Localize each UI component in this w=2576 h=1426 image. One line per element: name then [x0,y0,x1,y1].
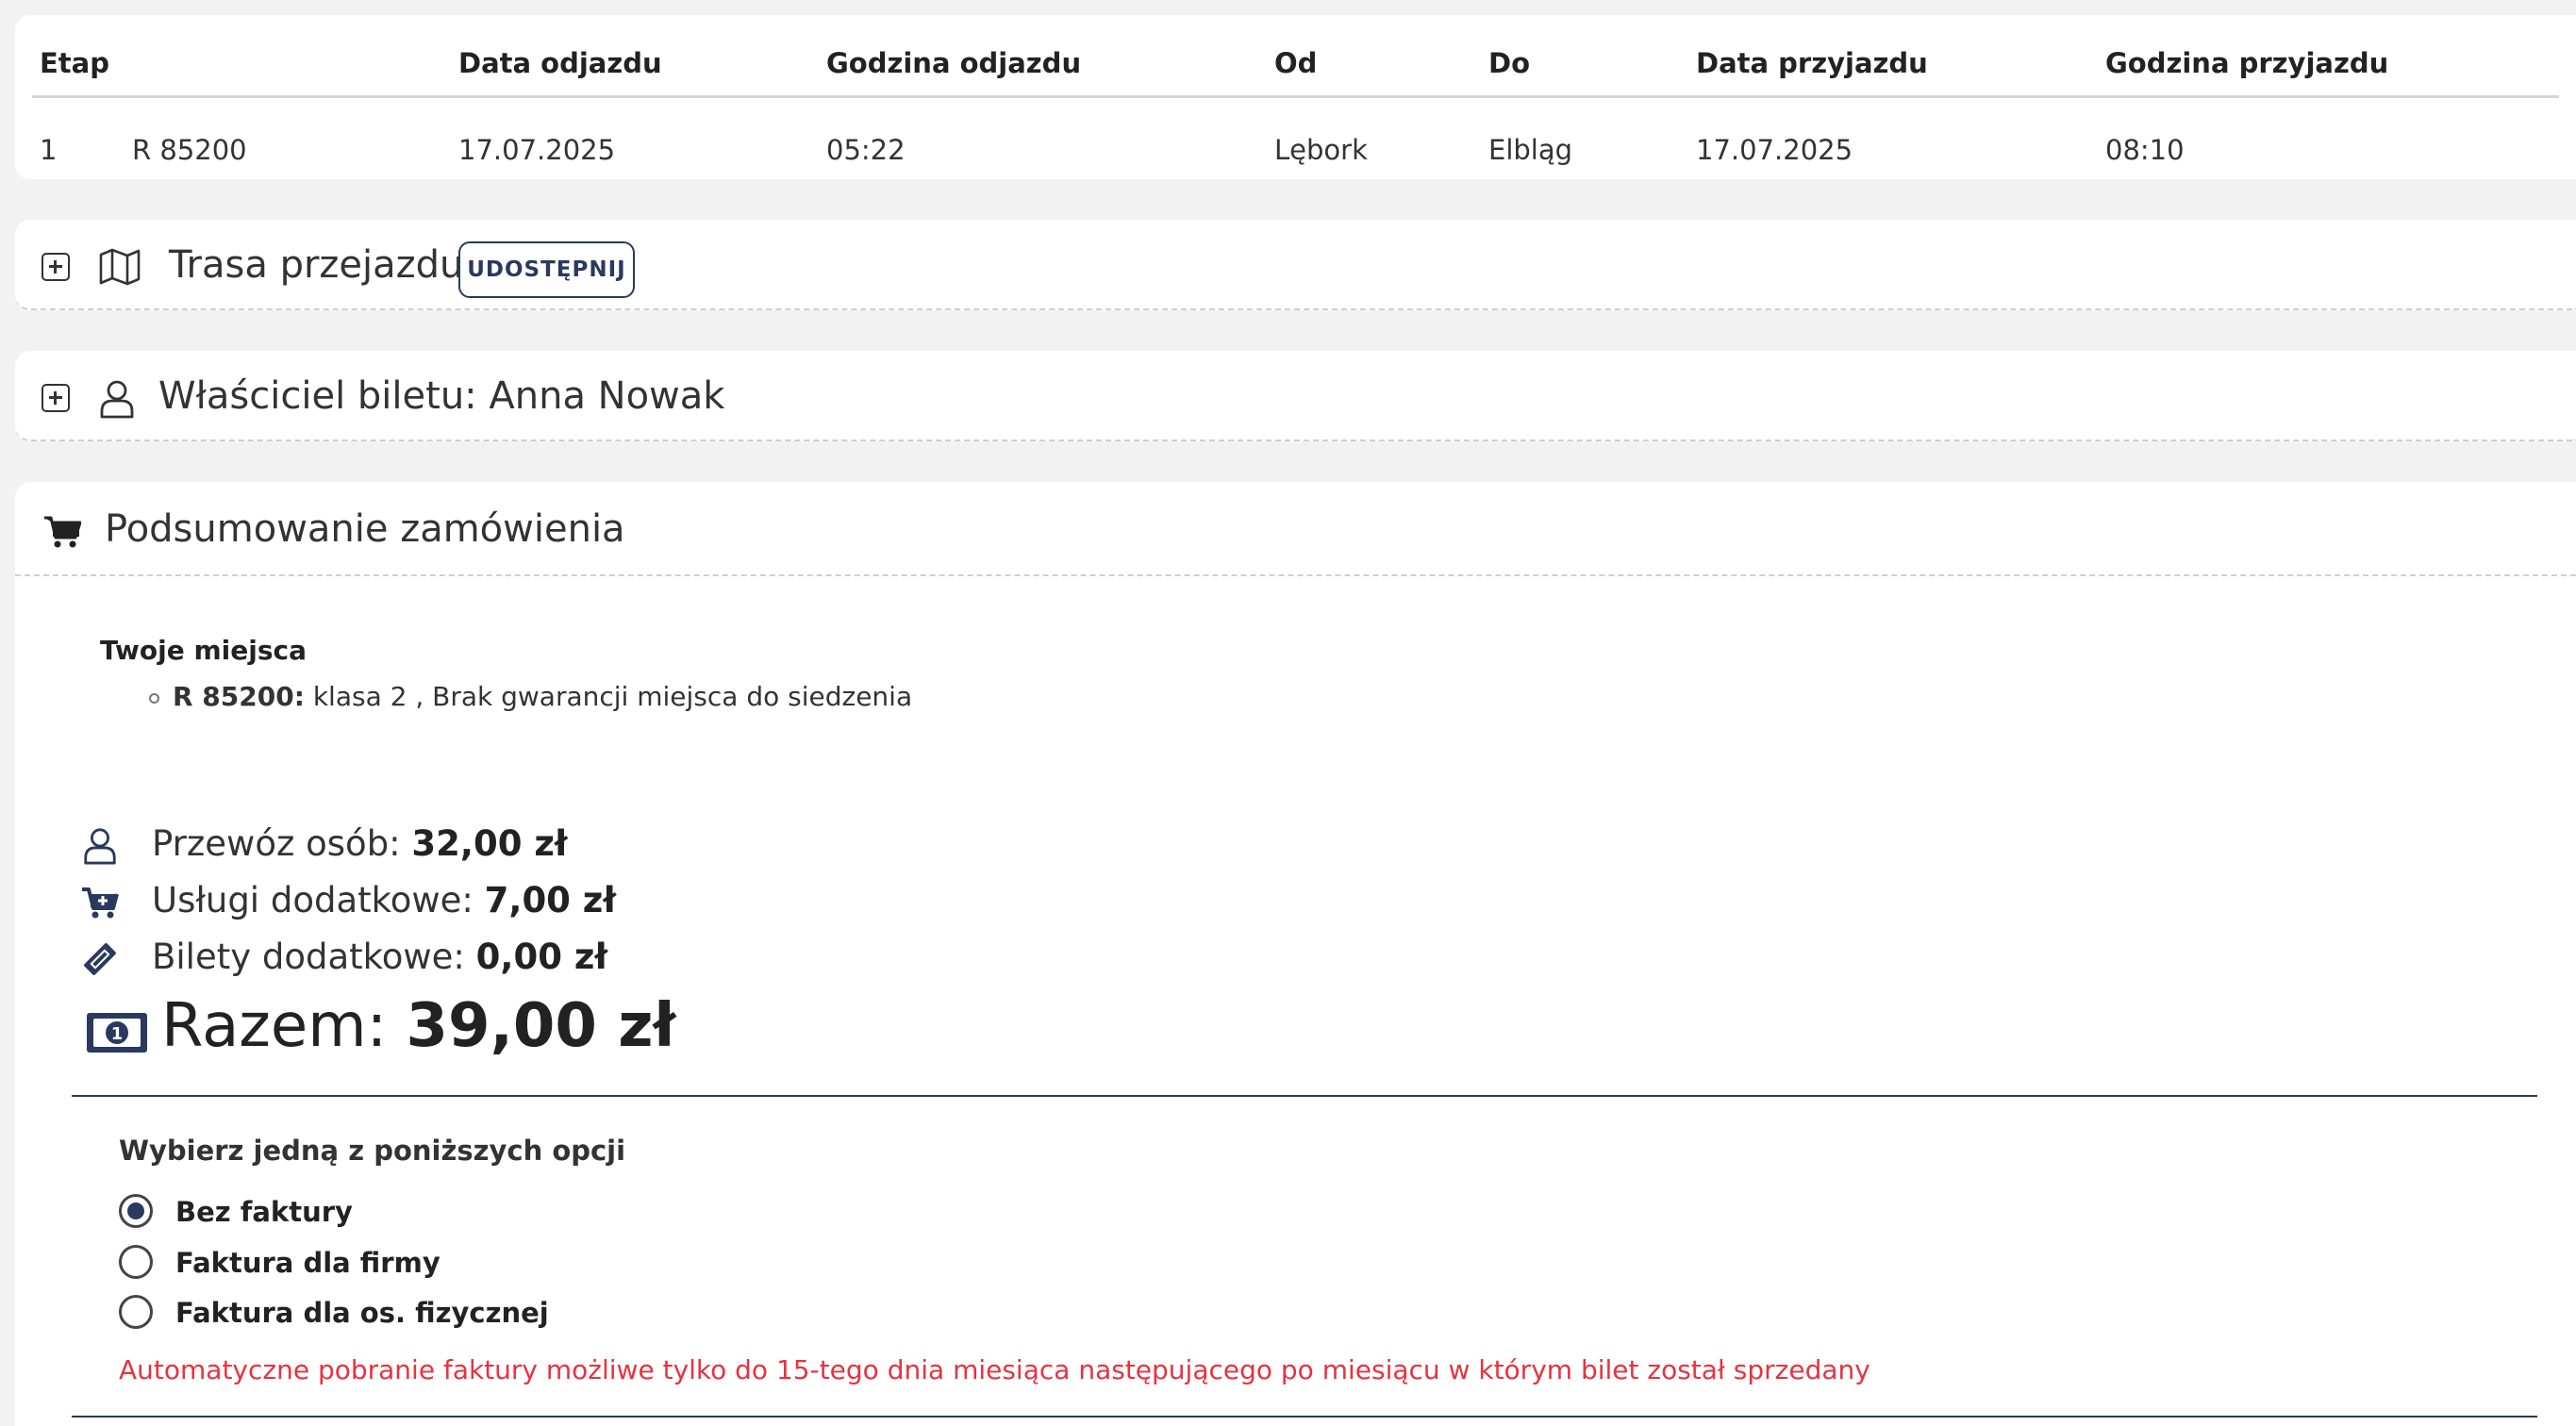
owner-section: Właściciel biletu: Anna Nowak [15,351,2576,441]
table-row: 1 R 85200 17.07.2025 05:22 Lębork Elbląg… [32,109,2559,177]
route-section: Trasa przejazdu UDOSTĘPNIJ [15,220,2576,310]
cart-plus-icon [82,887,119,919]
divider [72,1416,2537,1418]
price-value: 32,00 zł [411,823,568,864]
option-label[interactable]: Faktura dla os. fizycznej [175,1297,549,1329]
cell-arrival-time: 08:10 [2105,134,2185,166]
total-label: Razem: [161,991,407,1061]
user-icon [100,380,134,419]
radio-icon[interactable] [119,1295,153,1329]
map-icon [99,248,141,286]
header-departure-date: Data odjazdu [458,47,662,79]
cell-to: Elbląg [1488,134,1573,166]
route-title: Trasa przejazdu [169,243,464,287]
invoice-warning: Automatyczne pobranie faktury możliwe ty… [119,1354,1870,1385]
journey-table: Etap Data odjazdu Godzina odjazdu Od Do … [15,15,2576,179]
option-label[interactable]: Faktura dla firmy [175,1247,440,1279]
cell-arrival-date: 17.07.2025 [1696,134,1853,166]
cell-from: Lębork [1274,134,1368,166]
seat-item: R 85200: klasa 2 , Brak gwarancji miejsc… [149,681,912,712]
user-icon [84,828,116,865]
header-arrival-time: Godzina przyjazdu [2105,47,2389,79]
expand-icon[interactable] [42,384,70,412]
cell-departure-date: 17.07.2025 [458,134,616,166]
table-header: Etap Data odjazdu Godzina odjazdu Od Do … [32,15,2559,98]
price-label: Przewóz osób: [152,823,412,864]
order-summary: Podsumowanie zamówienia Twoje miejsca R … [15,482,2576,1426]
seat-details: klasa 2 , Brak gwarancji miejsca do sied… [304,681,913,712]
divider [72,1095,2537,1097]
ticket-icon [84,943,116,975]
expand-icon[interactable] [42,253,70,281]
header-etap: Etap [40,47,110,79]
share-button[interactable]: UDOSTĘPNIJ [458,241,635,298]
invoice-options-title: Wybierz jedną z poniższych opcji [119,1135,626,1167]
owner-title: Właściciel biletu: Anna Nowak [158,374,725,418]
header-arrival-date: Data przyjazdu [1696,47,1928,79]
cart-icon [44,516,81,548]
seat-train: R 85200: [173,681,305,712]
total-value: 39,00 zł [406,991,676,1061]
price-value: 0,00 zł [475,937,608,977]
radio-checked-icon[interactable] [119,1194,153,1228]
cell-stage: 1 [40,134,58,166]
summary-header: Podsumowanie zamówienia [15,482,2576,576]
price-label: Usługi dodatkowe: [152,880,485,920]
header-departure-time: Godzina odjazdu [826,47,1082,79]
summary-title: Podsumowanie zamówienia [105,507,625,551]
seats-title: Twoje miejsca [100,635,307,666]
svg-text:1: 1 [111,1024,124,1044]
radio-icon[interactable] [119,1245,153,1279]
cell-departure-time: 05:22 [826,134,906,166]
header-from: Od [1274,47,1318,79]
cell-train: R 85200 [132,134,247,166]
option-label[interactable]: Bez faktury [175,1196,353,1228]
price-value: 7,00 zł [484,880,617,920]
header-to: Do [1488,47,1530,79]
price-label: Bilety dodatkowe: [152,937,476,977]
bullet-icon [149,692,159,704]
money-icon: 1 [87,1013,147,1053]
